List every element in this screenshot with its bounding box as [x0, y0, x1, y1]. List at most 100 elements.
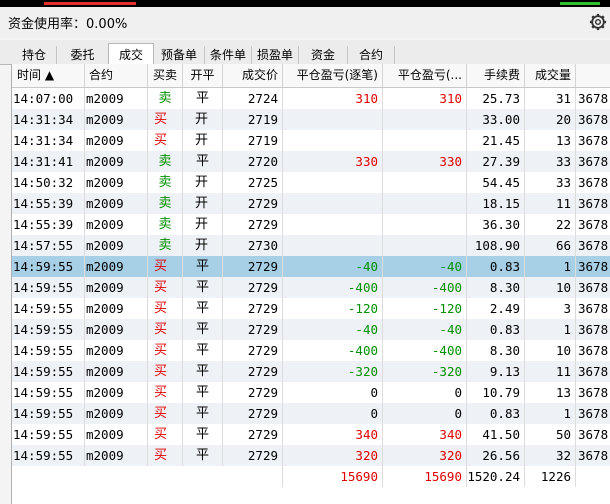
cell-side: 买 [148, 340, 183, 361]
table-row[interactable]: 14:59:55 m2009 买平 2729 0 0 10.79 13 3678 [12, 382, 610, 403]
cell-pnl: -320 [383, 361, 467, 382]
cell-volume: 10 [525, 340, 576, 361]
cell-pnl: -400 [383, 277, 467, 298]
column-header-price[interactable]: 成交价 [223, 64, 283, 87]
cell-open-close: 平 [183, 319, 223, 340]
table-row[interactable]: 14:59:55 m2009 买平 2729 -400 -400 8.30 10 3678 [12, 340, 610, 361]
cell-pnl [383, 109, 467, 130]
table-row[interactable]: 14:59:55 m2009 买平 2729 340 340 41.50 50 3678 [12, 424, 610, 445]
table-row[interactable]: 14:31:34 m2009 买开 2719 33.00 20 3678 [12, 109, 610, 130]
cell-extra: 3678 [578, 322, 609, 337]
cell-extra: 3678 [578, 217, 609, 232]
cell-pnl-per-trade: -40 [283, 256, 383, 277]
table-row[interactable]: 14:57:55 m2009 卖开 2730 108.90 66 3678 [12, 235, 610, 256]
cell-pnl: -400 [383, 340, 467, 361]
cell-fee: 8.30 [467, 340, 525, 361]
cell-volume: 20 [525, 109, 576, 130]
cell-extra: 3678 [578, 280, 609, 295]
tab-preset-orders[interactable]: 预备单 [154, 46, 205, 64]
cell-fee: 33.00 [467, 109, 525, 130]
cell-price: 2719 [223, 109, 283, 130]
column-header-volume[interactable]: 成交量 [525, 64, 576, 87]
cell-extra: 3678 [578, 343, 609, 358]
table-row[interactable]: 14:50:32 m2009 卖开 2725 54.45 33 3678 [12, 172, 610, 193]
column-header-fee[interactable]: 手续费 [467, 64, 525, 87]
tab-stop-orders[interactable]: 损盈单 [252, 46, 299, 64]
cell-volume: 13 [525, 382, 576, 403]
table-row[interactable]: 14:59:55 m2009 买平 2729 -120 -120 2.49 3 3678 [12, 298, 610, 319]
table-row[interactable]: 14:59:55 m2009 买平 2729 -400 -400 8.30 10 3678 [12, 277, 610, 298]
cell-open-close: 平 [183, 340, 223, 361]
cell-open-close: 平 [183, 403, 223, 424]
column-header-contract[interactable]: 合约 [85, 64, 148, 87]
cell-fee: 27.39 [467, 151, 525, 172]
cell-fee: 36.30 [467, 214, 525, 235]
cell-contract: m2009 [85, 445, 148, 466]
cell-extra: 3678 [578, 427, 609, 442]
total-pnl: 15690 [383, 466, 467, 487]
tab-positions[interactable]: 持仓 [12, 46, 57, 64]
cell-time: 14:57:55 [12, 235, 85, 256]
cell-open-close: 开 [183, 109, 223, 130]
cell-side: 买 [148, 445, 183, 466]
cell-pnl-per-trade [283, 130, 383, 151]
tab-contracts[interactable]: 合约 [348, 46, 395, 64]
cell-extra: 3678 [578, 448, 609, 463]
cell-contract: m2009 [85, 235, 148, 256]
cell-price: 2729 [223, 214, 283, 235]
table-row[interactable]: 14:31:41 m2009 卖平 2720 330 330 27.39 33 3678 [12, 151, 610, 172]
cell-contract: m2009 [85, 340, 148, 361]
cell-open-close: 平 [183, 424, 223, 445]
cell-side: 卖 [148, 172, 183, 193]
cell-contract: m2009 [85, 256, 148, 277]
table-row[interactable]: 14:59:55 m2009 买平 2729 -320 -320 9.13 11 3678 [12, 361, 610, 382]
cell-volume: 66 [525, 235, 576, 256]
table-row[interactable]: 14:59:55 m2009 买平 2729 320 320 26.56 32 3678 [12, 445, 610, 466]
tab-funds[interactable]: 资金 [299, 46, 348, 64]
cell-pnl-per-trade [283, 214, 383, 235]
table-row[interactable]: 14:55:39 m2009 卖开 2729 18.15 11 3678 [12, 193, 610, 214]
ticker-segment-red [44, 2, 136, 5]
tab-trades[interactable]: 成交 [108, 43, 154, 66]
cell-pnl [383, 172, 467, 193]
cell-side: 买 [148, 256, 183, 277]
column-header-time[interactable]: 时间 ▲ [12, 64, 85, 87]
cell-open-close: 开 [183, 235, 223, 256]
table-row[interactable]: 14:55:39 m2009 卖开 2729 36.30 22 3678 [12, 214, 610, 235]
cell-open-close: 开 [183, 214, 223, 235]
cell-contract: m2009 [85, 319, 148, 340]
cell-side: 买 [148, 298, 183, 319]
table-row[interactable]: 14:59:55 m2009 买平 2729 -40 -40 0.83 1 3678 [12, 256, 610, 277]
cell-pnl: 330 [383, 151, 467, 172]
table-row[interactable]: 14:59:55 m2009 买平 2729 0 0 0.83 1 3678 [12, 403, 610, 424]
table-row[interactable]: 14:59:55 m2009 买平 2729 -40 -40 0.83 1 3678 [12, 319, 610, 340]
cell-open-close: 平 [183, 151, 223, 172]
column-header-pnl-per-trade[interactable]: 平仓盈亏(逐笔) [283, 64, 383, 87]
cell-fee: 0.83 [467, 403, 525, 424]
cell-time: 14:59:55 [12, 298, 85, 319]
cell-time: 14:59:55 [12, 277, 85, 298]
tab-conditional-orders[interactable]: 条件单 [205, 46, 252, 64]
account-header: 资金使用率：0.00% [0, 7, 610, 38]
cell-extra: 3678 [578, 238, 609, 253]
cell-pnl-per-trade: -40 [283, 319, 383, 340]
cell-pnl-per-trade: 330 [283, 151, 383, 172]
table-row[interactable]: 14:31:34 m2009 买开 2719 21.45 13 3678 [12, 130, 610, 151]
cell-extra: 3678 [578, 364, 609, 379]
gear-icon[interactable] [589, 13, 607, 31]
table-row[interactable]: 14:07:00 m2009 卖平 2724 310 310 25.73 31 3678 [12, 88, 610, 109]
cell-pnl [383, 130, 467, 151]
cell-price: 2729 [223, 256, 283, 277]
cell-side: 买 [148, 109, 183, 130]
tab-orders[interactable]: 委托 [57, 46, 109, 64]
cell-volume: 50 [525, 424, 576, 445]
cell-price: 2729 [223, 319, 283, 340]
column-header-side[interactable]: 买卖 [148, 64, 183, 87]
cell-open-close: 平 [183, 277, 223, 298]
column-header-pnl[interactable]: 平仓盈亏(... [383, 64, 467, 87]
cell-price: 2729 [223, 403, 283, 424]
cell-side: 买 [148, 361, 183, 382]
column-header-open-close[interactable]: 开平 [183, 64, 223, 87]
cell-extra: 3678 [578, 259, 609, 274]
cell-pnl-per-trade: 310 [283, 88, 383, 109]
